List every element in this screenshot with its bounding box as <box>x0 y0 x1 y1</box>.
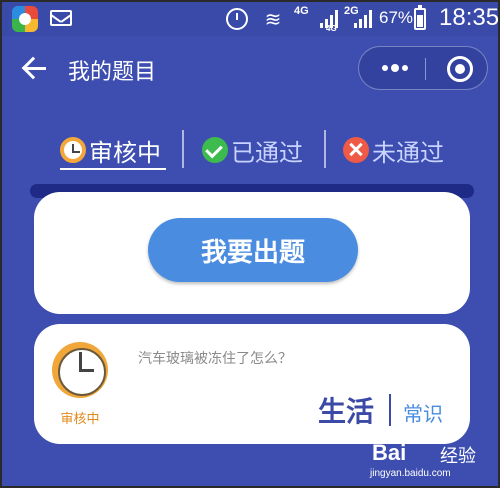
tab-label: 审核中 <box>89 138 161 167</box>
network-label-2: 4G <box>326 24 337 33</box>
status-bar: ≋ 4G 4G 2G 67% 18:35 <box>2 2 500 36</box>
tab-divider <box>324 130 326 168</box>
clock-minute-hand <box>79 369 94 372</box>
watermark-logo: Bai <box>372 440 407 465</box>
active-tab-indicator <box>60 168 166 170</box>
page-title: 我的题目 <box>68 60 157 85</box>
tab-label: 未通过 <box>372 138 444 167</box>
cross-icon <box>343 137 369 163</box>
alarm-icon <box>226 8 248 30</box>
capsule-divider <box>425 58 426 80</box>
wifi-icon: ≋ <box>264 7 282 31</box>
app-store-icon <box>12 6 38 32</box>
category-sub: 常识 <box>403 402 443 426</box>
question-text: 汽车玻璃被冻住了怎么？ <box>138 351 292 367</box>
battery-icon <box>414 5 426 30</box>
tab-failed[interactable]: 未通过 <box>343 130 444 170</box>
network-label-1: 4G <box>294 5 309 17</box>
tab-passed[interactable]: 已通过 <box>202 130 303 170</box>
close-mini-program-icon[interactable] <box>447 56 473 82</box>
mail-icon <box>50 10 72 26</box>
category-divider <box>389 394 391 426</box>
tab-reviewing[interactable]: 审核中 <box>60 130 161 170</box>
create-question-button[interactable]: 我要出题 <box>148 218 358 282</box>
watermark-url: jingyan.baidu.com <box>370 468 451 479</box>
status-time: 18:35 <box>439 4 500 31</box>
tab-divider <box>182 130 184 168</box>
clock-icon <box>60 137 86 163</box>
battery-percent: 67% <box>379 8 414 27</box>
watermark-brand: 经验 <box>440 446 476 467</box>
check-icon <box>202 137 228 163</box>
baidu-jingyan-watermark: Bai 经验 jingyan.baidu.com <box>360 438 494 486</box>
question-status-label: 审核中 <box>60 412 100 427</box>
category-main: 生活 <box>318 395 375 428</box>
tab-label: 已通过 <box>231 138 303 167</box>
back-arrow-icon[interactable] <box>22 56 48 80</box>
signal-strength-icon-2 <box>354 8 374 28</box>
more-icon[interactable] <box>378 58 414 78</box>
